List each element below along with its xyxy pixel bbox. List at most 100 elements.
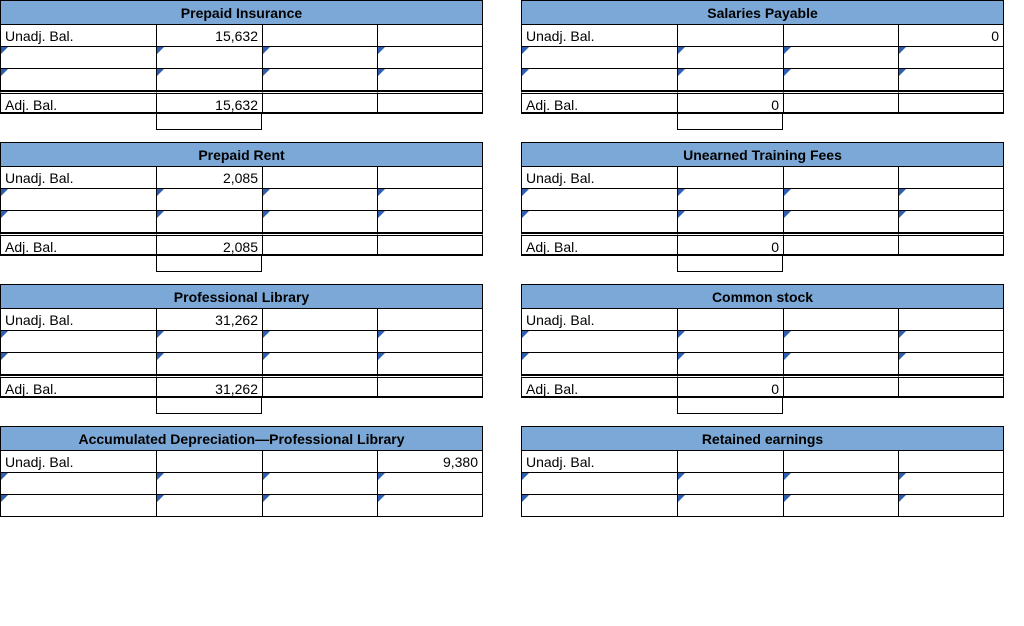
adj-credit — [377, 233, 483, 255]
entry-debit-input[interactable] — [156, 211, 262, 233]
entry-desc2-input[interactable] — [783, 47, 898, 69]
entry-debit-input[interactable] — [156, 331, 262, 353]
entry-desc2-input[interactable] — [783, 495, 898, 517]
entry-desc-input[interactable] — [521, 495, 677, 517]
entry-debit-input[interactable] — [677, 69, 783, 91]
entry-desc-input[interactable] — [0, 47, 156, 69]
entry-desc2-input[interactable] — [262, 473, 377, 495]
entry-credit-input[interactable] — [898, 69, 1004, 91]
entry-desc2-input[interactable] — [262, 331, 377, 353]
ledger-grid: Unadj. Bal.Adj. Bal.0 — [521, 308, 1004, 397]
adj-credit — [898, 233, 1004, 255]
account-title: Professional Library — [0, 284, 483, 308]
entry-credit-input[interactable] — [898, 331, 1004, 353]
entry-debit-input[interactable] — [156, 69, 262, 91]
unadj-credit: 0 — [898, 25, 1004, 47]
entry-desc2-input[interactable] — [262, 69, 377, 91]
entry-desc2-input[interactable] — [783, 69, 898, 91]
entry-desc2-input[interactable] — [262, 47, 377, 69]
entry-credit-input[interactable] — [377, 211, 483, 233]
entry-credit-input[interactable] — [377, 47, 483, 69]
entry-debit-input[interactable] — [156, 189, 262, 211]
entry-credit-input[interactable] — [898, 495, 1004, 517]
entry-desc2-input[interactable] — [783, 211, 898, 233]
unadj-debit — [677, 167, 783, 189]
unadj-bal-label: Unadj. Bal. — [521, 451, 677, 473]
entry-debit-input[interactable] — [677, 47, 783, 69]
entry-desc-input[interactable] — [0, 331, 156, 353]
adj-debit: 31,262 — [156, 375, 262, 397]
tail-spacer — [521, 114, 677, 130]
unadj-bal-label: Unadj. Bal. — [0, 167, 156, 189]
entry-desc2-input[interactable] — [262, 353, 377, 375]
account-block: Accumulated Depreciation—Professional Li… — [0, 426, 483, 517]
unadj-debit: 15,632 — [156, 25, 262, 47]
entry-desc2-input[interactable] — [262, 211, 377, 233]
entry-desc2-input[interactable] — [783, 353, 898, 375]
entry-debit-input[interactable] — [677, 495, 783, 517]
entry-credit-input[interactable] — [898, 189, 1004, 211]
account-block: Salaries PayableUnadj. Bal.0Adj. Bal.0 — [521, 0, 1004, 130]
entry-debit-input[interactable] — [677, 189, 783, 211]
spacer — [262, 167, 377, 189]
entry-debit-input[interactable] — [677, 331, 783, 353]
entry-desc-input[interactable] — [0, 211, 156, 233]
tail-cell — [156, 398, 262, 414]
adj-debit: 0 — [677, 233, 783, 255]
entry-desc-input[interactable] — [521, 473, 677, 495]
entry-credit-input[interactable] — [377, 189, 483, 211]
entry-desc-input[interactable] — [521, 331, 677, 353]
entry-desc2-input[interactable] — [783, 473, 898, 495]
entry-desc-input[interactable] — [0, 189, 156, 211]
entry-desc-input[interactable] — [0, 495, 156, 517]
ledger-grid: Unadj. Bal.0Adj. Bal.0 — [521, 24, 1004, 113]
entry-desc2-input[interactable] — [262, 495, 377, 517]
spacer — [783, 91, 898, 113]
entry-credit-input[interactable] — [377, 495, 483, 517]
entry-desc-input[interactable] — [521, 47, 677, 69]
entry-debit-input[interactable] — [156, 473, 262, 495]
unadj-debit: 31,262 — [156, 309, 262, 331]
account-block: Professional LibraryUnadj. Bal.31,262Adj… — [0, 284, 483, 414]
entry-credit-input[interactable] — [377, 69, 483, 91]
entry-debit-input[interactable] — [156, 353, 262, 375]
entry-desc-input[interactable] — [0, 353, 156, 375]
unadj-bal-label: Unadj. Bal. — [0, 451, 156, 473]
entry-desc-input[interactable] — [521, 353, 677, 375]
entry-credit-input[interactable] — [377, 353, 483, 375]
entry-desc-input[interactable] — [0, 69, 156, 91]
entry-debit-input[interactable] — [677, 353, 783, 375]
unadj-bal-label: Unadj. Bal. — [0, 25, 156, 47]
entry-desc-input[interactable] — [521, 189, 677, 211]
tail-spacer — [377, 398, 483, 414]
tail-cell — [677, 398, 783, 414]
entry-credit-input[interactable] — [898, 473, 1004, 495]
unadj-debit: 2,085 — [156, 167, 262, 189]
adj-bal-label: Adj. Bal. — [521, 91, 677, 113]
entry-debit-input[interactable] — [156, 47, 262, 69]
entry-desc2-input[interactable] — [783, 189, 898, 211]
entry-desc2-input[interactable] — [262, 189, 377, 211]
entry-desc-input[interactable] — [521, 69, 677, 91]
entry-desc-input[interactable] — [521, 211, 677, 233]
entry-credit-input[interactable] — [377, 473, 483, 495]
tail-spacer — [377, 256, 483, 272]
entry-debit-input[interactable] — [677, 473, 783, 495]
adj-debit: 15,632 — [156, 91, 262, 113]
entry-debit-input[interactable] — [677, 211, 783, 233]
adj-debit: 2,085 — [156, 233, 262, 255]
tail-spacer — [377, 114, 483, 130]
entry-credit-input[interactable] — [377, 331, 483, 353]
entry-debit-input[interactable] — [156, 495, 262, 517]
unadj-debit — [677, 451, 783, 473]
unadj-debit — [677, 25, 783, 47]
entry-desc-input[interactable] — [0, 473, 156, 495]
unadj-credit — [898, 451, 1004, 473]
entry-credit-input[interactable] — [898, 47, 1004, 69]
entry-credit-input[interactable] — [898, 211, 1004, 233]
two-column-layout: Prepaid InsuranceUnadj. Bal.15,632Adj. B… — [0, 0, 1024, 529]
entry-credit-input[interactable] — [898, 353, 1004, 375]
spacer — [262, 25, 377, 47]
tail-spacer — [898, 114, 1004, 130]
entry-desc2-input[interactable] — [783, 331, 898, 353]
